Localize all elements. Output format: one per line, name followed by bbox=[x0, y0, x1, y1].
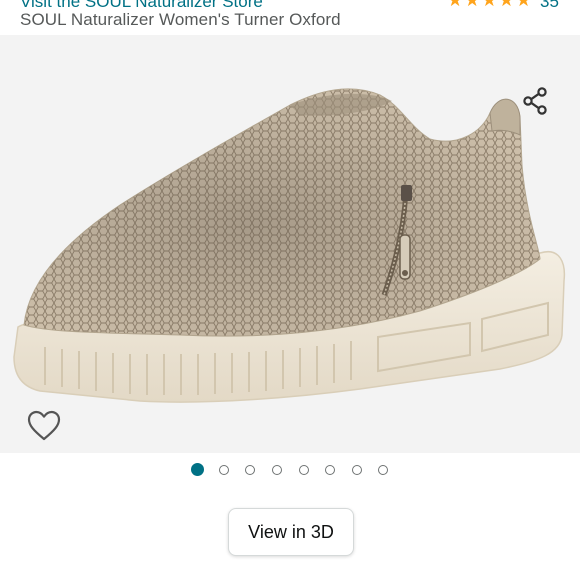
pagination-dot-1[interactable] bbox=[191, 463, 204, 476]
pagination-dot-8[interactable] bbox=[378, 465, 388, 475]
heart-outline-icon bbox=[27, 410, 61, 441]
pagination-dot-6[interactable] bbox=[325, 465, 335, 475]
rating-count[interactable]: 35 bbox=[540, 0, 559, 12]
pagination-dot-5[interactable] bbox=[299, 465, 309, 475]
wishlist-button[interactable] bbox=[22, 404, 66, 448]
share-icon bbox=[523, 87, 547, 115]
pagination-dot-2[interactable] bbox=[219, 465, 229, 475]
image-pagination bbox=[0, 462, 580, 482]
product-image-gallery[interactable] bbox=[0, 35, 580, 453]
share-button[interactable] bbox=[510, 79, 560, 123]
pagination-dot-7[interactable] bbox=[352, 465, 362, 475]
rating-stars[interactable]: ★★★★★ bbox=[447, 0, 533, 11]
view-in-3d-button[interactable]: View in 3D bbox=[228, 508, 354, 556]
pagination-dot-3[interactable] bbox=[245, 465, 255, 475]
pagination-dot-4[interactable] bbox=[272, 465, 282, 475]
product-image[interactable] bbox=[0, 35, 580, 453]
product-title: SOUL Naturalizer Women's Turner Oxford bbox=[20, 10, 341, 29]
